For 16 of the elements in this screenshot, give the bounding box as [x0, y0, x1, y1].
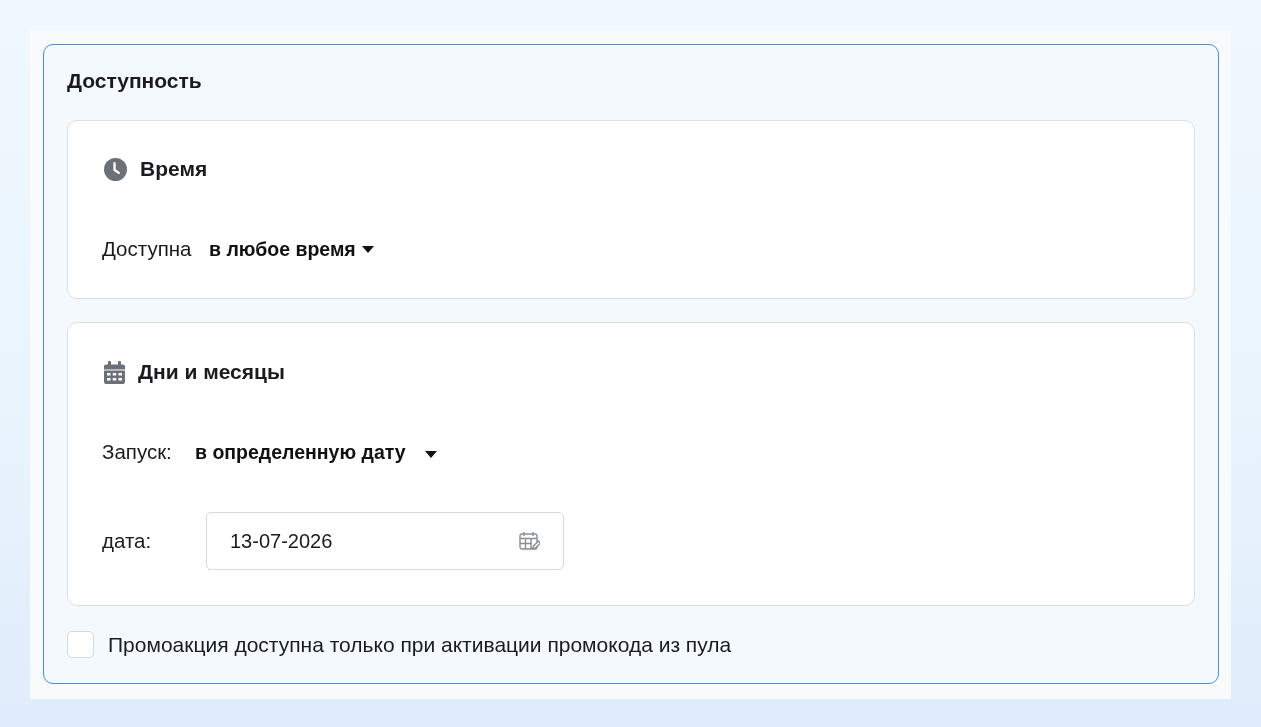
- caret-icon: [361, 245, 374, 253]
- field-label: Запуск:: [102, 440, 173, 464]
- card-title: Время: [140, 157, 208, 181]
- dropdown[interactable]: в любое время: [209, 237, 374, 261]
- date-field[interactable]: 13-07-2026: [206, 512, 564, 570]
- field-label: Доступна: [102, 237, 193, 261]
- checkbox[interactable]: [67, 631, 94, 658]
- calendar-icon[interactable]: [519, 531, 540, 551]
- field-label: дата:: [102, 529, 153, 553]
- dropdown[interactable]: в определенную дату: [195, 440, 437, 464]
- card-title: Дни и месяцы: [138, 360, 285, 384]
- checkbox-label: Промоакция доступна только при активации промокода из пула: [108, 631, 732, 658]
- calendar-icon: [104, 360, 125, 384]
- clock-icon: [104, 157, 127, 181]
- section-title: Доступность: [67, 68, 202, 94]
- caret-icon: [424, 451, 437, 458]
